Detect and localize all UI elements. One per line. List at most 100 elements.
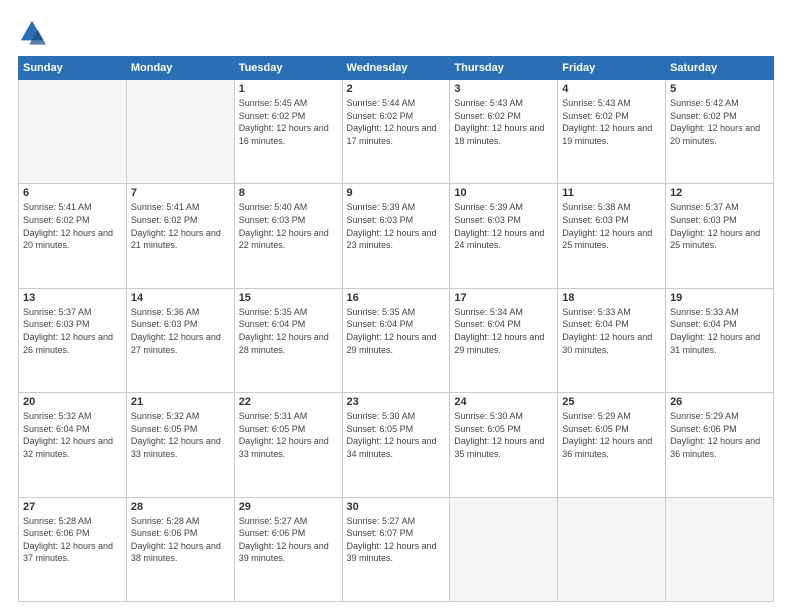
day-info: Sunrise: 5:43 AM Sunset: 6:02 PM Dayligh… (562, 97, 661, 147)
day-number: 20 (23, 396, 122, 408)
day-cell: 26 Sunrise: 5:29 AM Sunset: 6:06 PM Dayli… (666, 393, 774, 497)
day-number: 6 (23, 187, 122, 199)
logo-icon (18, 18, 46, 46)
day-info: Sunrise: 5:29 AM Sunset: 6:05 PM Dayligh… (562, 410, 661, 460)
day-cell: 23 Sunrise: 5:30 AM Sunset: 6:05 PM Dayli… (342, 393, 450, 497)
day-info: Sunrise: 5:33 AM Sunset: 6:04 PM Dayligh… (562, 306, 661, 356)
day-info: Sunrise: 5:32 AM Sunset: 6:05 PM Dayligh… (131, 410, 230, 460)
day-info: Sunrise: 5:41 AM Sunset: 6:02 PM Dayligh… (131, 201, 230, 251)
day-cell: 11 Sunrise: 5:38 AM Sunset: 6:03 PM Dayli… (558, 184, 666, 288)
day-info: Sunrise: 5:37 AM Sunset: 6:03 PM Dayligh… (23, 306, 122, 356)
day-number: 17 (454, 292, 553, 304)
day-cell: 29Sunrise: 5:27 AM Sunset: 6:06 PM Dayli… (234, 497, 342, 601)
day-cell: 12 Sunrise: 5:37 AM Sunset: 6:03 PM Dayli… (666, 184, 774, 288)
day-info: Sunrise: 5:32 AM Sunset: 6:04 PM Dayligh… (23, 410, 122, 460)
header (18, 18, 774, 46)
day-info: Sunrise: 5:30 AM Sunset: 6:05 PM Dayligh… (454, 410, 553, 460)
day-cell (126, 80, 234, 184)
day-number: 2 (347, 83, 446, 95)
day-number: 19 (670, 292, 769, 304)
day-number: 24 (454, 396, 553, 408)
day-cell (19, 80, 127, 184)
day-info: Sunrise: 5:34 AM Sunset: 6:04 PM Dayligh… (454, 306, 553, 356)
logo (18, 18, 50, 46)
day-cell: 1 Sunrise: 5:45 AM Sunset: 6:02 PM Daylig… (234, 80, 342, 184)
day-number: 30 (347, 501, 446, 513)
day-cell: 2 Sunrise: 5:44 AM Sunset: 6:02 PM Daylig… (342, 80, 450, 184)
day-number: 4 (562, 83, 661, 95)
day-cell: 5Sunrise: 5:42 AM Sunset: 6:02 PM Daylig… (666, 80, 774, 184)
week-row-5: 27 Sunrise: 5:28 AM Sunset: 6:06 PM Dayli… (19, 497, 774, 601)
day-cell: 20 Sunrise: 5:32 AM Sunset: 6:04 PM Dayli… (19, 393, 127, 497)
day-info: Sunrise: 5:43 AM Sunset: 6:02 PM Dayligh… (454, 97, 553, 147)
day-info: Sunrise: 5:35 AM Sunset: 6:04 PM Dayligh… (347, 306, 446, 356)
day-cell (666, 497, 774, 601)
day-number: 15 (239, 292, 338, 304)
week-row-4: 20 Sunrise: 5:32 AM Sunset: 6:04 PM Dayli… (19, 393, 774, 497)
day-info: Sunrise: 5:28 AM Sunset: 6:06 PM Dayligh… (23, 515, 122, 565)
day-number: 18 (562, 292, 661, 304)
day-info: Sunrise: 5:27 AM Sunset: 6:06 PM Dayligh… (239, 515, 338, 565)
day-number: 27 (23, 501, 122, 513)
day-number: 26 (670, 396, 769, 408)
header-row: SundayMondayTuesdayWednesdayThursdayFrid… (19, 57, 774, 80)
column-header-sunday: Sunday (19, 57, 127, 80)
day-number: 12 (670, 187, 769, 199)
day-number: 22 (239, 396, 338, 408)
day-info: Sunrise: 5:29 AM Sunset: 6:06 PM Dayligh… (670, 410, 769, 460)
day-cell: 10Sunrise: 5:39 AM Sunset: 6:03 PM Dayli… (450, 184, 558, 288)
week-row-1: 1 Sunrise: 5:45 AM Sunset: 6:02 PM Daylig… (19, 80, 774, 184)
page: SundayMondayTuesdayWednesdayThursdayFrid… (0, 0, 792, 612)
day-cell: 13 Sunrise: 5:37 AM Sunset: 6:03 PM Dayli… (19, 288, 127, 392)
column-header-monday: Monday (126, 57, 234, 80)
day-info: Sunrise: 5:27 AM Sunset: 6:07 PM Dayligh… (347, 515, 446, 565)
day-cell: 7Sunrise: 5:41 AM Sunset: 6:02 PM Daylig… (126, 184, 234, 288)
day-number: 5 (670, 83, 769, 95)
day-cell: 30 Sunrise: 5:27 AM Sunset: 6:07 PM Dayli… (342, 497, 450, 601)
day-info: Sunrise: 5:37 AM Sunset: 6:03 PM Dayligh… (670, 201, 769, 251)
day-info: Sunrise: 5:28 AM Sunset: 6:06 PM Dayligh… (131, 515, 230, 565)
day-cell: 28 Sunrise: 5:28 AM Sunset: 6:06 PM Dayli… (126, 497, 234, 601)
day-info: Sunrise: 5:39 AM Sunset: 6:03 PM Dayligh… (347, 201, 446, 251)
day-cell: 25Sunrise: 5:29 AM Sunset: 6:05 PM Dayli… (558, 393, 666, 497)
day-cell: 6 Sunrise: 5:41 AM Sunset: 6:02 PM Daylig… (19, 184, 127, 288)
day-info: Sunrise: 5:40 AM Sunset: 6:03 PM Dayligh… (239, 201, 338, 251)
day-info: Sunrise: 5:31 AM Sunset: 6:05 PM Dayligh… (239, 410, 338, 460)
day-cell: 15 Sunrise: 5:35 AM Sunset: 6:04 PM Dayli… (234, 288, 342, 392)
column-header-saturday: Saturday (666, 57, 774, 80)
day-number: 1 (239, 83, 338, 95)
column-header-friday: Friday (558, 57, 666, 80)
day-info: Sunrise: 5:44 AM Sunset: 6:02 PM Dayligh… (347, 97, 446, 147)
day-cell: 19 Sunrise: 5:33 AM Sunset: 6:04 PM Dayli… (666, 288, 774, 392)
day-number: 8 (239, 187, 338, 199)
day-number: 28 (131, 501, 230, 513)
day-cell: 24 Sunrise: 5:30 AM Sunset: 6:05 PM Dayli… (450, 393, 558, 497)
day-number: 14 (131, 292, 230, 304)
day-cell: 4 Sunrise: 5:43 AM Sunset: 6:02 PM Daylig… (558, 80, 666, 184)
week-row-2: 6 Sunrise: 5:41 AM Sunset: 6:02 PM Daylig… (19, 184, 774, 288)
day-cell: 17 Sunrise: 5:34 AM Sunset: 6:04 PM Dayli… (450, 288, 558, 392)
day-info: Sunrise: 5:33 AM Sunset: 6:04 PM Dayligh… (670, 306, 769, 356)
day-number: 3 (454, 83, 553, 95)
day-cell: 8 Sunrise: 5:40 AM Sunset: 6:03 PM Daylig… (234, 184, 342, 288)
column-header-thursday: Thursday (450, 57, 558, 80)
day-number: 21 (131, 396, 230, 408)
day-number: 11 (562, 187, 661, 199)
column-header-tuesday: Tuesday (234, 57, 342, 80)
day-number: 23 (347, 396, 446, 408)
day-info: Sunrise: 5:45 AM Sunset: 6:02 PM Dayligh… (239, 97, 338, 147)
day-info: Sunrise: 5:30 AM Sunset: 6:05 PM Dayligh… (347, 410, 446, 460)
day-cell: 14 Sunrise: 5:36 AM Sunset: 6:03 PM Dayli… (126, 288, 234, 392)
day-number: 13 (23, 292, 122, 304)
column-header-wednesday: Wednesday (342, 57, 450, 80)
day-info: Sunrise: 5:41 AM Sunset: 6:02 PM Dayligh… (23, 201, 122, 251)
day-cell: 16Sunrise: 5:35 AM Sunset: 6:04 PM Dayli… (342, 288, 450, 392)
day-info: Sunrise: 5:38 AM Sunset: 6:03 PM Dayligh… (562, 201, 661, 251)
day-cell: 3 Sunrise: 5:43 AM Sunset: 6:02 PM Daylig… (450, 80, 558, 184)
calendar-table: SundayMondayTuesdayWednesdayThursdayFrid… (18, 56, 774, 602)
day-cell (558, 497, 666, 601)
day-number: 9 (347, 187, 446, 199)
day-info: Sunrise: 5:36 AM Sunset: 6:03 PM Dayligh… (131, 306, 230, 356)
day-cell: 18 Sunrise: 5:33 AM Sunset: 6:04 PM Dayli… (558, 288, 666, 392)
day-info: Sunrise: 5:35 AM Sunset: 6:04 PM Dayligh… (239, 306, 338, 356)
